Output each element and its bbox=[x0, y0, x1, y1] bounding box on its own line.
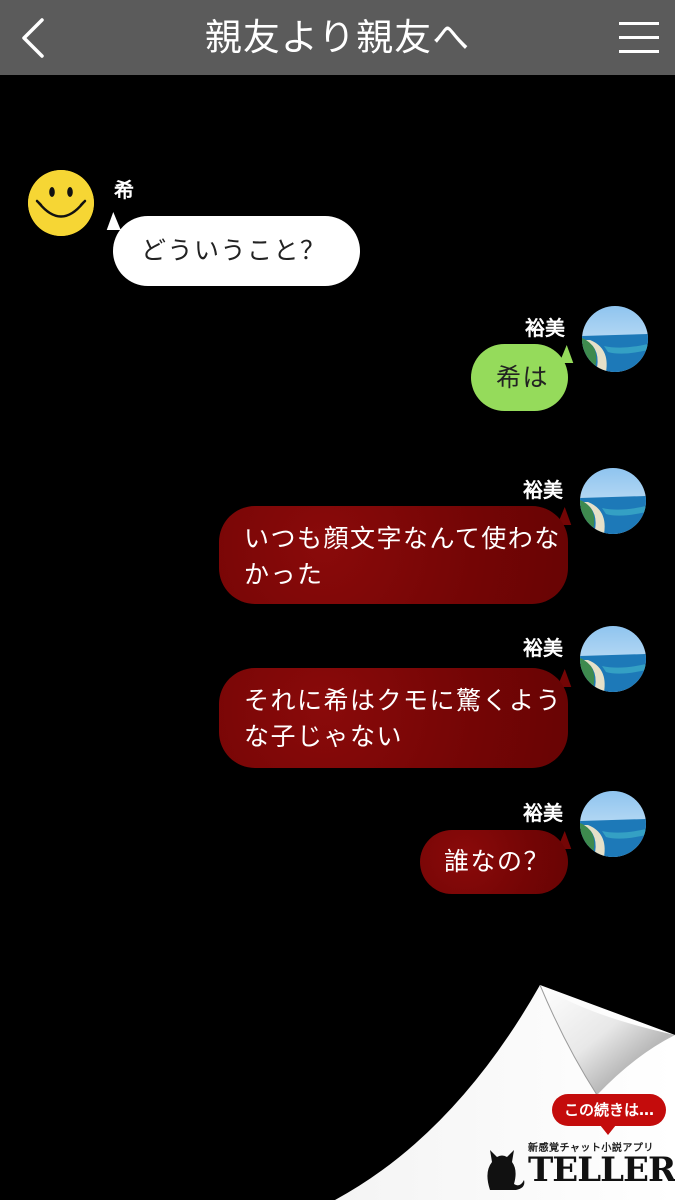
message-text: 誰なの？ bbox=[444, 847, 551, 876]
beach-photo-avatar[interactable] bbox=[580, 468, 646, 534]
sender-name: 希 bbox=[114, 178, 134, 202]
page-title: 親友より親友へ bbox=[204, 16, 471, 59]
message-text-line: それに希はクモに驚くよう bbox=[244, 686, 563, 715]
back-button[interactable] bbox=[10, 10, 60, 65]
sender-name: 裕美 bbox=[523, 801, 563, 825]
message-bubble: いつも顔文字なんて使わな かった bbox=[219, 506, 568, 604]
message-text-line: な子じゃない bbox=[244, 722, 404, 751]
sender-name: 裕美 bbox=[523, 478, 563, 502]
message-bubble: それに希はクモに驚くよう な子じゃない bbox=[219, 668, 568, 768]
message-text: どういうこと？ bbox=[141, 236, 327, 265]
beach-photo-avatar[interactable] bbox=[582, 306, 648, 372]
message-text-line: かった bbox=[244, 560, 324, 589]
hamburger-menu-icon[interactable] bbox=[619, 20, 659, 54]
message-bubble: 誰なの？ bbox=[420, 830, 568, 894]
teller-logo[interactable]: TELLER bbox=[528, 1150, 675, 1190]
header-bar: 親友より親友へ bbox=[0, 0, 675, 75]
sender-name: 裕美 bbox=[523, 636, 563, 660]
sender-name: 裕美 bbox=[525, 316, 565, 340]
smiley-face-icon[interactable] bbox=[28, 170, 94, 236]
message-text-line: いつも顔文字なんて使わな bbox=[244, 524, 561, 553]
cat-icon bbox=[487, 1150, 525, 1190]
continue-reading-badge[interactable]: この続きは… bbox=[552, 1094, 666, 1126]
chevron-left-icon bbox=[22, 18, 44, 58]
message-text: 希は bbox=[496, 363, 550, 392]
badge-pointer bbox=[600, 1125, 616, 1135]
message-bubble: どういうこと？ bbox=[113, 216, 360, 286]
beach-photo-avatar[interactable] bbox=[580, 626, 646, 692]
chat-screen: 親友より親友へ 希 どういうこと？ 裕美 希は 裕美 いつも顔文字なんて使わな … bbox=[0, 0, 675, 1200]
beach-photo-avatar[interactable] bbox=[580, 791, 646, 857]
message-bubble: 希は bbox=[471, 344, 568, 411]
